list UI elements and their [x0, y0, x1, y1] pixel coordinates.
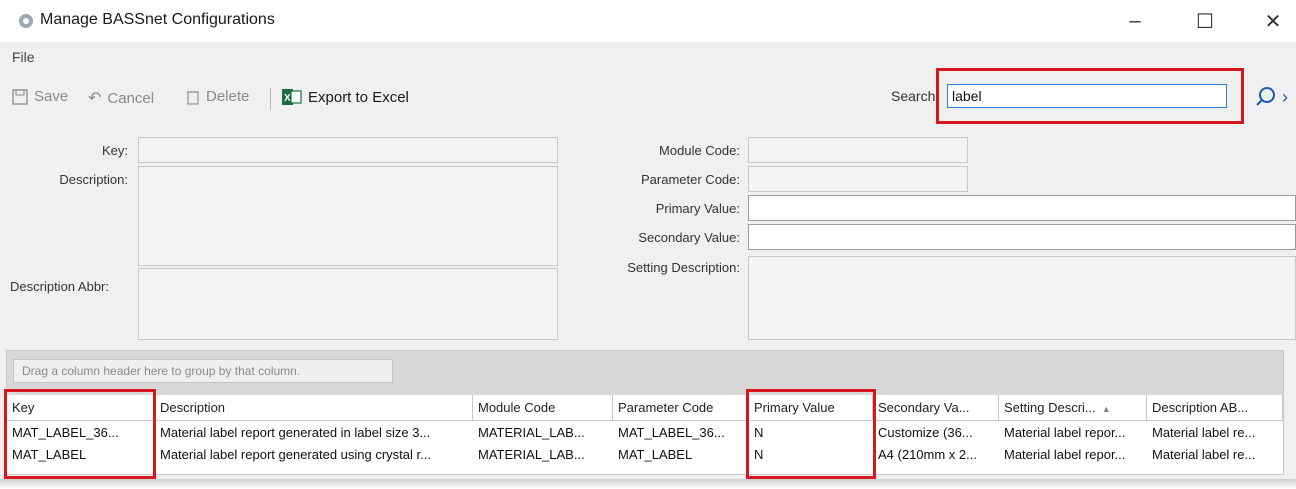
export-to-excel-button[interactable]: X Export to Excel [282, 88, 409, 106]
title-bar: Manage BASSnet Configurations – ☐ ✕ [0, 0, 1296, 42]
column-header-secondary-value[interactable]: Secondary Va... [873, 395, 999, 421]
table-cell-setting-description[interactable]: Material label repor... [999, 422, 1147, 444]
primary-value-field[interactable] [748, 195, 1296, 221]
table-cell-module-code[interactable]: MATERIAL_LAB... [473, 444, 613, 466]
column-header-module-code[interactable]: Module Code [473, 395, 613, 421]
table-cell-description[interactable]: Material label report generated in label… [155, 422, 473, 444]
svg-text:X: X [284, 93, 291, 104]
table-cell-description[interactable]: Material label report generated using cr… [155, 444, 473, 466]
key-field[interactable] [138, 137, 558, 163]
description-abbr-field[interactable] [138, 268, 558, 340]
key-label: Key: [101, 143, 128, 158]
cancel-label: Cancel [107, 89, 155, 107]
table-cell-key[interactable]: MAT_LABEL_36... [7, 422, 155, 444]
table-cell-setting-description[interactable]: Material label repor... [999, 444, 1147, 466]
group-by-hint: Drag a column header here to group by th… [13, 359, 393, 383]
description-abbr-label: Description Abbr: [10, 279, 109, 294]
parameter-code-field[interactable] [748, 166, 968, 192]
column-header-key[interactable]: Key [7, 395, 155, 421]
main-window: Manage BASSnet Configurations – ☐ ✕ File… [0, 0, 1296, 479]
table-cell-secondary-value[interactable]: Customize (36... [873, 422, 999, 444]
minimize-button[interactable]: – [1112, 6, 1158, 36]
save-label: Save [34, 88, 69, 105]
save-button[interactable]: Save [12, 88, 68, 105]
sort-ascending-icon: ▲ [1101, 404, 1111, 414]
cancel-button[interactable]: ↶ Cancel [88, 88, 154, 108]
column-header-primary-value[interactable]: Primary Value [749, 395, 873, 421]
window-shadow [0, 479, 1296, 489]
description-field[interactable] [138, 166, 558, 266]
table-cell-description-abbr[interactable]: Material label re... [1147, 422, 1283, 444]
gear-icon [19, 14, 33, 28]
chevron-right-icon[interactable]: › [1282, 87, 1288, 108]
undo-icon: ↶ [88, 90, 102, 107]
menu-file[interactable]: File [12, 49, 35, 65]
column-header-parameter-code[interactable]: Parameter Code [613, 395, 749, 421]
table-cell-secondary-value[interactable]: A4 (210mm x 2... [873, 444, 999, 466]
module-code-label: Module Code: [659, 143, 740, 158]
setting-description-header-label: Setting Descri... [1004, 400, 1096, 415]
setting-description-field[interactable] [748, 256, 1296, 340]
table-cell-primary-value[interactable]: N [749, 444, 873, 466]
table-cell-key[interactable]: MAT_LABEL [7, 444, 155, 466]
delete-button[interactable]: Delete [186, 88, 249, 105]
search-label: Search: [891, 88, 940, 104]
save-icon [12, 88, 28, 105]
search-input[interactable] [947, 84, 1227, 108]
export-label: Export to Excel [308, 88, 409, 106]
column-header-setting-description[interactable]: Setting Descri... ▲ [999, 395, 1147, 421]
table-cell-description-abbr[interactable]: Material label re... [1147, 444, 1283, 466]
maximize-button[interactable]: ☐ [1182, 6, 1228, 36]
group-by-panel: Drag a column header here to group by th… [7, 351, 1283, 395]
column-header-description[interactable]: Description [155, 395, 473, 421]
secondary-value-label: Secondary Value: [638, 230, 740, 245]
table-cell-parameter-code[interactable]: MAT_LABEL [613, 444, 749, 466]
config-grid: Drag a column header here to group by th… [6, 350, 1284, 475]
parameter-code-label: Parameter Code: [641, 172, 740, 187]
primary-value-label: Primary Value: [655, 201, 740, 216]
table-cell-module-code[interactable]: MATERIAL_LAB... [473, 422, 613, 444]
column-header-description-abbr[interactable]: Description AB... [1147, 395, 1283, 421]
table-cell-primary-value[interactable]: N [749, 422, 873, 444]
search-icon[interactable] [1255, 85, 1277, 107]
description-label: Description: [59, 172, 128, 187]
module-code-field[interactable] [748, 137, 968, 163]
secondary-value-field[interactable] [748, 224, 1296, 250]
trash-icon [187, 90, 199, 105]
toolbar-separator [270, 88, 271, 110]
close-button[interactable]: ✕ [1250, 6, 1296, 36]
delete-label: Delete [206, 88, 250, 105]
table-cell-parameter-code[interactable]: MAT_LABEL_36... [613, 422, 749, 444]
excel-icon: X [282, 89, 302, 105]
window-title: Manage BASSnet Configurations [40, 11, 275, 28]
menu-bar: File [0, 43, 1296, 69]
setting-description-label: Setting Description: [627, 260, 740, 275]
